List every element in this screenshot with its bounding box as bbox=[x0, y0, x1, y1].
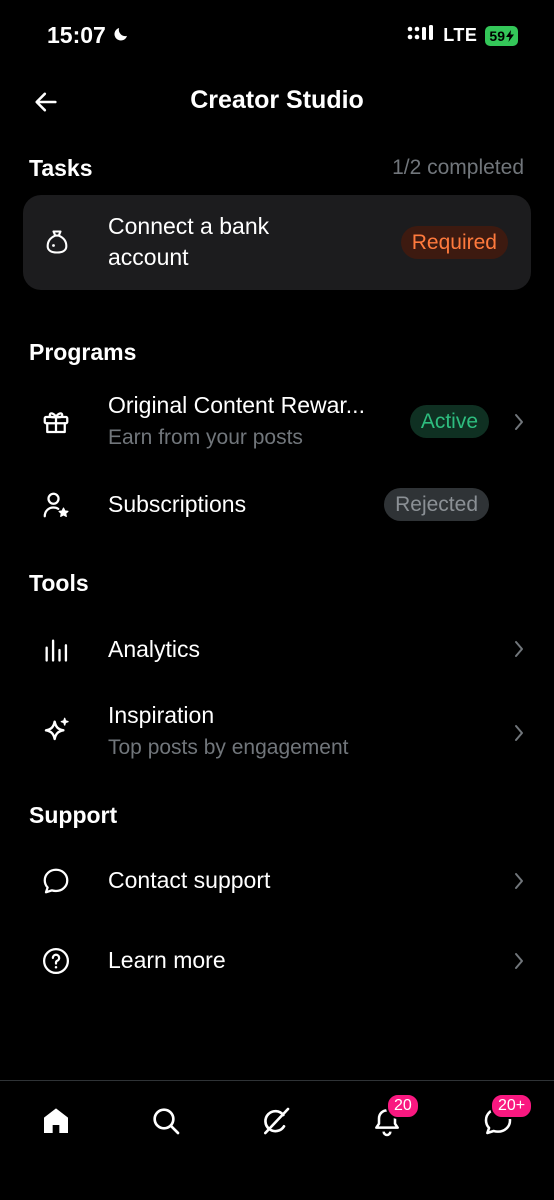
tools-heading: Tools bbox=[29, 570, 89, 596]
analytics-icon bbox=[39, 633, 73, 667]
chevron-right-icon bbox=[512, 723, 526, 743]
gift-icon bbox=[39, 405, 73, 439]
chevron-right-icon bbox=[512, 951, 526, 971]
grok-icon bbox=[264, 1107, 290, 1135]
person-star-icon bbox=[39, 488, 73, 522]
tool-title: Inspiration bbox=[108, 702, 215, 728]
signal-icon bbox=[407, 24, 435, 47]
support-heading: Support bbox=[29, 802, 118, 828]
charging-icon bbox=[506, 29, 514, 42]
support-contact[interactable]: Contact support bbox=[0, 856, 554, 906]
chevron-right-icon bbox=[512, 412, 526, 432]
search-icon bbox=[153, 1108, 180, 1135]
nav-search[interactable] bbox=[144, 1099, 188, 1143]
moon-icon bbox=[112, 22, 130, 49]
tool-title: Analytics bbox=[108, 636, 201, 662]
nav-grok[interactable] bbox=[254, 1099, 298, 1143]
help-circle-icon bbox=[39, 944, 73, 978]
home-icon bbox=[44, 1108, 68, 1133]
program-subtitle: Earn from your posts bbox=[108, 426, 303, 449]
page-title: Creator Studio bbox=[190, 86, 364, 114]
programs-heading: Programs bbox=[29, 339, 137, 365]
battery-level: 59 bbox=[489, 27, 505, 44]
notifications-badge: 20 bbox=[386, 1093, 420, 1119]
support-title: Learn more bbox=[108, 947, 226, 973]
support-learn-more[interactable]: Learn more bbox=[0, 936, 554, 986]
tool-analytics[interactable]: Analytics bbox=[0, 625, 554, 675]
top-bar: Creator Studio bbox=[0, 78, 554, 126]
task-connect-bank[interactable]: Connect a bank account Required bbox=[23, 195, 531, 290]
chevron-right-icon bbox=[512, 871, 526, 891]
battery-indicator: 59 bbox=[485, 25, 518, 46]
messages-badge: 20+ bbox=[490, 1093, 534, 1119]
program-title: Subscriptions bbox=[108, 491, 247, 517]
support-title: Contact support bbox=[108, 867, 271, 893]
active-badge: Active bbox=[409, 405, 489, 438]
status-time: 15:07 bbox=[47, 22, 130, 49]
program-subscriptions[interactable]: Subscriptions Rejected bbox=[0, 480, 554, 530]
tool-inspiration[interactable]: Inspiration Top posts by engagement bbox=[0, 696, 554, 770]
network-type: LTE bbox=[443, 25, 478, 45]
sparkle-icon bbox=[39, 714, 73, 748]
status-indicators: LTE 59 bbox=[407, 24, 518, 47]
clock-text: 15:07 bbox=[47, 22, 106, 48]
tool-subtitle: Top posts by engagement bbox=[108, 736, 349, 759]
task-label: Connect a bank account bbox=[108, 211, 269, 273]
program-original-content-rewards[interactable]: Original Content Rewar... Earn from your… bbox=[0, 385, 554, 461]
tasks-heading: Tasks bbox=[29, 155, 93, 181]
chevron-right-icon bbox=[512, 639, 526, 659]
task-label-line1: Connect a bank bbox=[108, 213, 270, 239]
program-title: Original Content Rewar... bbox=[108, 392, 365, 418]
chat-bubble-icon bbox=[39, 864, 73, 898]
money-bag-icon bbox=[40, 225, 74, 259]
tasks-progress: 1/2 completed bbox=[392, 156, 524, 179]
required-badge: Required bbox=[400, 226, 508, 259]
nav-home[interactable] bbox=[34, 1099, 78, 1143]
task-label-line2: account bbox=[108, 244, 189, 270]
bottom-navigation: 20 20+ bbox=[0, 1080, 554, 1200]
status-bar: 15:07 LTE 59 bbox=[0, 0, 554, 70]
rejected-badge: Rejected bbox=[384, 488, 489, 521]
